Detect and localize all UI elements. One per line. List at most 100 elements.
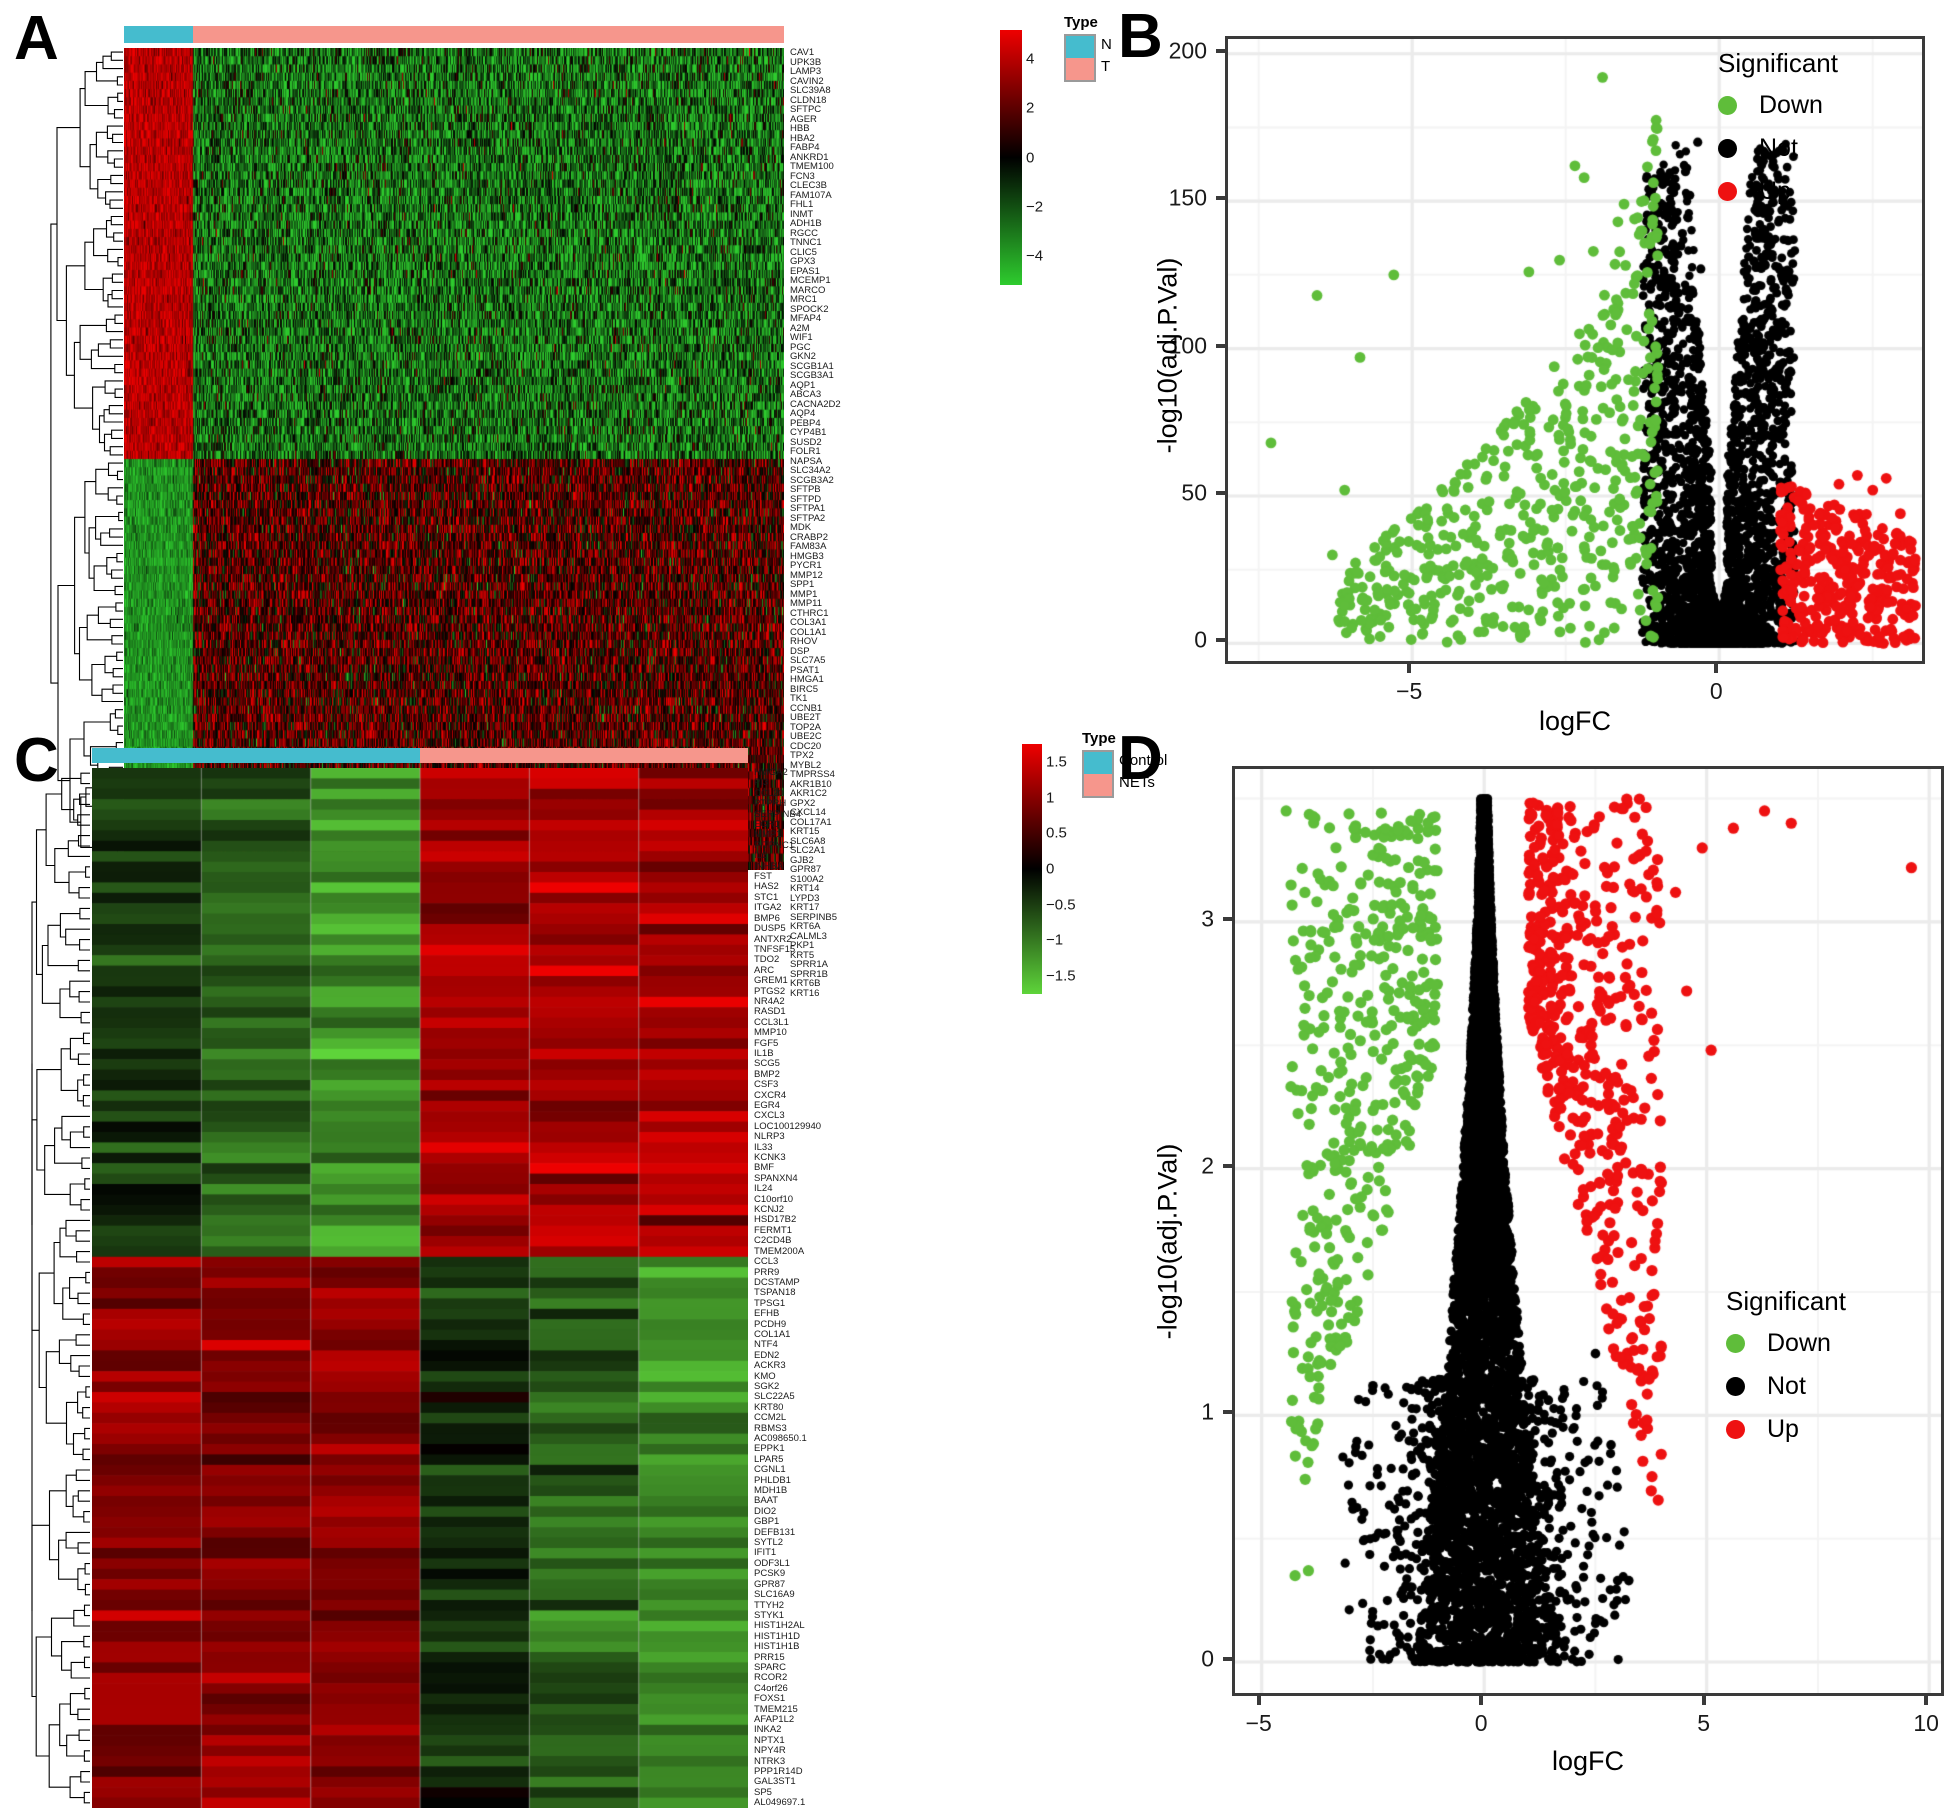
gene-label: BAAT bbox=[754, 1495, 779, 1507]
gene-label: HMGA2 bbox=[754, 767, 788, 778]
y-axis-tick-label: 200 bbox=[1168, 37, 1207, 64]
gene-label: PI3 bbox=[754, 777, 769, 789]
x-axis-tick-label: −5 bbox=[1245, 1710, 1272, 1736]
gene-label: AC098650.1 bbox=[754, 1433, 807, 1444]
gene-label: PRR15 bbox=[754, 1651, 785, 1663]
gene-label: FOXS1 bbox=[754, 1693, 786, 1705]
gene-label: GREM1 bbox=[754, 975, 788, 987]
panel-d-legend: Significant Down Not Up bbox=[1726, 1286, 1846, 1458]
gene-label: KCNJ2 bbox=[754, 1204, 785, 1216]
gene-label: AFAP1L2 bbox=[754, 1713, 795, 1725]
legend-item-label: Up bbox=[1767, 1415, 1799, 1443]
gene-label: HIST1H1B bbox=[754, 1641, 800, 1653]
panel-c-heatmap bbox=[92, 768, 748, 1808]
gene-label: MDH1B bbox=[754, 1485, 788, 1497]
gene-label: AL049697.1 bbox=[754, 1797, 806, 1809]
gene-label: TSPAN18 bbox=[754, 1287, 796, 1299]
y-axis-tick-mark bbox=[1216, 48, 1225, 53]
gene-label: TDO2 bbox=[754, 954, 780, 966]
panel-b-y-axis-title: -log10(adj.P.Val) bbox=[1152, 257, 1183, 454]
gene-label: CSF3 bbox=[754, 1079, 779, 1091]
gene-label: EGR4 bbox=[754, 1100, 780, 1111]
legend-item-up[interactable]: Up bbox=[1718, 177, 1838, 206]
gene-label: GPR87 bbox=[754, 1578, 786, 1590]
gene-label: FGF5 bbox=[754, 1037, 779, 1049]
gene-label: CCL3 bbox=[754, 1256, 779, 1268]
colorbar-tick: 0 bbox=[1026, 149, 1035, 166]
panel-d-legend-title: Significant bbox=[1726, 1286, 1846, 1316]
x-axis-tick-label: 10 bbox=[1913, 1710, 1939, 1736]
panel-a-colorbar bbox=[1000, 30, 1022, 285]
gene-label: C2CD4B bbox=[754, 1235, 792, 1247]
colorbar-tick: −2 bbox=[1026, 198, 1044, 216]
y-axis-tick-mark bbox=[1216, 638, 1225, 643]
colorbar-tick: 4 bbox=[1026, 50, 1035, 68]
gene-label: LOC100129940 bbox=[754, 1120, 822, 1132]
gene-label: TNFSF15 bbox=[754, 943, 796, 955]
gene-label: SERPINB4 bbox=[754, 808, 801, 820]
gene-label: SLC22A5 bbox=[754, 1391, 795, 1403]
y-axis-tick-label: 0 bbox=[1194, 626, 1207, 653]
gene-label: CXCR4 bbox=[754, 1089, 787, 1101]
annotation-segment-n bbox=[124, 26, 194, 43]
gene-label: KRT80 bbox=[754, 1401, 784, 1413]
gene-label: NTRK3 bbox=[754, 1755, 786, 1767]
legend-dot-icon bbox=[1726, 1334, 1745, 1353]
gene-label: NPTX1 bbox=[754, 1734, 785, 1746]
gene-label: SGK2 bbox=[754, 1380, 780, 1392]
legend-dot-icon bbox=[1718, 182, 1737, 201]
gene-label: BMF bbox=[754, 1162, 775, 1174]
gene-label: IFIT1 bbox=[754, 1547, 777, 1559]
gene-label: ODF3L1 bbox=[754, 1557, 790, 1569]
gene-label: NPY4R bbox=[754, 1745, 786, 1757]
gene-label: HIST1H1D bbox=[754, 1630, 800, 1642]
gene-label: ARC bbox=[754, 964, 775, 976]
x-axis-tick-mark bbox=[1701, 1696, 1706, 1705]
gene-label: IL33 bbox=[754, 1141, 773, 1153]
gene-label: BMP6 bbox=[754, 912, 780, 924]
x-axis-tick-mark bbox=[1407, 664, 1412, 673]
gene-label: IL6 bbox=[754, 850, 768, 862]
gene-label: EDN2 bbox=[754, 1349, 780, 1361]
y-axis-tick-label: 3 bbox=[1201, 905, 1214, 932]
panel-c: C HMGA2 PI3 CCL20 PTPRH SERPINB4 EGR1 MMP1 PITP… bbox=[0, 726, 1167, 1812]
legend-item-up[interactable]: Up bbox=[1726, 1415, 1846, 1444]
legend-item-label: Not bbox=[1767, 1372, 1806, 1400]
legend-item-not[interactable]: Not bbox=[1718, 134, 1838, 163]
gene-label: FERMT1 bbox=[754, 1224, 792, 1236]
panel-c-gene-labels: HMGA2 PI3 CCL20 PTPRH SERPINB4 EGR1 MMP1 PITPNC… bbox=[754, 768, 821, 1808]
colorbar-tick: −4 bbox=[1026, 247, 1044, 265]
gene-label: SLC16A9 bbox=[754, 1589, 795, 1601]
y-axis-tick-mark bbox=[1223, 1656, 1232, 1661]
gene-label: LPAR5 bbox=[754, 1453, 784, 1465]
gene-label: RASD1 bbox=[754, 1006, 786, 1018]
y-axis-tick-mark bbox=[1216, 343, 1225, 348]
panel-d: D −5 0 5 10 0 1 2 3 logFC -log10(adj.P.Val) Sig… bbox=[1090, 726, 1954, 1812]
gene-label: CCL3L1 bbox=[754, 1016, 789, 1028]
gene-label: PTPRH bbox=[754, 798, 787, 810]
gene-label: STC1 bbox=[754, 891, 779, 903]
gene-label: C4orf26 bbox=[754, 1682, 788, 1694]
y-axis-tick-mark bbox=[1216, 490, 1225, 495]
legend-item-down[interactable]: Down bbox=[1726, 1329, 1846, 1358]
legend-item-not[interactable]: Not bbox=[1726, 1372, 1846, 1401]
gene-label: PRR9 bbox=[754, 1266, 780, 1278]
panel-d-scatter-canvas bbox=[1235, 769, 1941, 1693]
panel-b-legend-title: Significant bbox=[1718, 48, 1838, 78]
gene-label: NLRP3 bbox=[754, 1131, 785, 1143]
gene-label: SCG5 bbox=[754, 1058, 780, 1070]
gene-label: DCSTAMP bbox=[754, 1276, 800, 1288]
x-axis-tick-label: 5 bbox=[1697, 1710, 1711, 1736]
gene-label: CCL20 bbox=[754, 787, 784, 799]
gene-label: BMP2 bbox=[754, 1068, 780, 1080]
panel-d-plot-area bbox=[1232, 766, 1944, 1696]
gene-label: STYK1 bbox=[754, 1609, 785, 1621]
legend-item-down[interactable]: Down bbox=[1718, 91, 1838, 120]
gene-label: DEFB131 bbox=[754, 1526, 796, 1538]
gene-label: RBMS3 bbox=[754, 1422, 787, 1434]
x-axis-tick-mark bbox=[1479, 1696, 1484, 1705]
gene-label: GBP1 bbox=[754, 1516, 780, 1528]
legend-item-label: Down bbox=[1759, 91, 1823, 119]
legend-item-label: Down bbox=[1767, 1329, 1831, 1357]
gene-label: DIO2 bbox=[754, 1505, 777, 1517]
